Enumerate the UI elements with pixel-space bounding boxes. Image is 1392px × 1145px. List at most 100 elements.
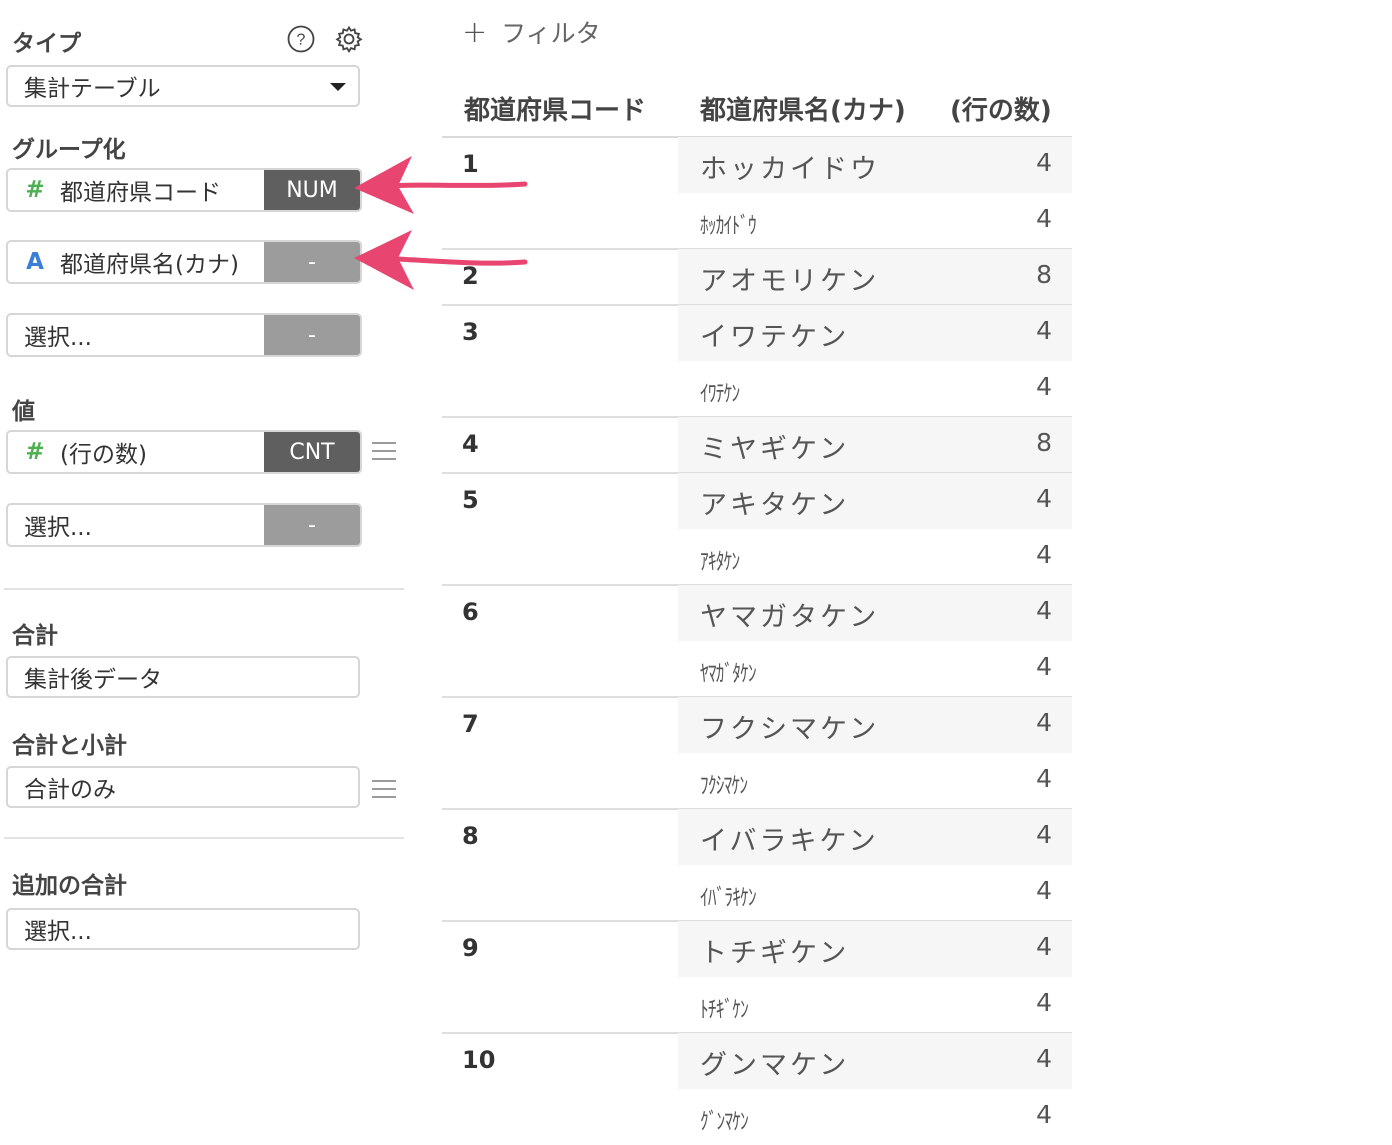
chevron-down-icon: [330, 83, 346, 91]
group-code: 3: [462, 318, 479, 346]
menu-icon[interactable]: [372, 442, 396, 462]
table-row: ﾌｸｼﾏｹﾝ 4: [678, 753, 1072, 809]
group-code: 4: [462, 430, 479, 458]
group-label: グループ化: [12, 137, 126, 163]
aggregate-button[interactable]: -: [264, 242, 360, 282]
group-field-kana[interactable]: A 都道府県名(カナ) -: [6, 240, 362, 284]
count-cell: 4: [1036, 764, 1052, 793]
kana-cell: ｲﾊﾞﾗｷｹﾝ: [700, 885, 757, 911]
settings-panel: タイプ ? 集計テーブル グループ化 # 都道府県コード NUM A 都道府県名(カ…: [0, 0, 410, 1140]
kana-cell: ｲﾜﾃｹﾝ: [700, 381, 740, 407]
count-cell: 4: [1036, 1044, 1052, 1073]
table-row: イバラキケン 4: [678, 809, 1072, 865]
table-header: 都道府県コード 都道府県名(カナ) (行の数): [442, 84, 1072, 138]
kana-cell: イバラキケン: [700, 826, 879, 857]
column-header[interactable]: (行の数): [950, 90, 1052, 127]
count-cell: 4: [1036, 148, 1052, 177]
group-code: 1: [462, 150, 479, 178]
extra-total-select-value: 選択...: [24, 919, 92, 945]
extra-total-label: 追加の合計: [12, 873, 127, 899]
value-field-placeholder: 選択...: [24, 515, 92, 541]
group-field-name: 都道府県コード: [60, 180, 221, 206]
table-row: イワテケン 4: [678, 305, 1072, 361]
type-select[interactable]: 集計テーブル: [6, 65, 360, 107]
count-cell: 4: [1036, 708, 1052, 737]
count-cell: 4: [1036, 820, 1052, 849]
group-code: 10: [462, 1046, 496, 1074]
help-icon[interactable]: ?: [287, 25, 315, 53]
column-header[interactable]: 都道府県名(カナ): [700, 90, 906, 127]
group-code: 8: [462, 822, 479, 850]
table-row: ﾔﾏｶﾞﾀｹﾝ 4: [678, 641, 1072, 697]
divider: [4, 588, 404, 590]
group-field-select[interactable]: 選択... -: [6, 313, 362, 357]
count-cell: 4: [1036, 988, 1052, 1017]
add-filter-button[interactable]: + フィルタ: [462, 14, 601, 50]
kana-cell: ヤマガタケン: [700, 602, 880, 633]
text-type-icon: A: [26, 249, 44, 275]
group-code: 9: [462, 934, 479, 962]
extra-total-select[interactable]: 選択...: [6, 908, 360, 950]
value-label: 値: [12, 399, 35, 425]
table-row: フクシマケン 4: [678, 697, 1072, 753]
divider: [4, 837, 404, 839]
table-row: ｱｷﾀｹﾝ 4: [678, 529, 1072, 585]
column-header[interactable]: 都道府県コード: [464, 90, 646, 127]
type-label: タイプ: [12, 31, 81, 57]
aggregate-button[interactable]: NUM: [264, 170, 360, 210]
gear-icon[interactable]: [335, 25, 363, 53]
group-field-code[interactable]: # 都道府県コード NUM: [6, 168, 362, 212]
kana-cell: アオモリケン: [700, 266, 880, 297]
count-cell: 8: [1036, 260, 1052, 289]
table-row: ﾎｯｶｲﾄﾞｳ 4: [678, 193, 1072, 249]
count-cell: 4: [1036, 484, 1052, 513]
subtotal-select-value: 合計のみ: [24, 777, 116, 803]
kana-cell: グンマケン: [700, 1050, 850, 1081]
count-cell: 8: [1036, 428, 1052, 457]
kana-cell: イワテケン: [700, 322, 850, 353]
group-field-placeholder: 選択...: [24, 325, 92, 351]
kana-cell: ホッカイドウ: [700, 154, 880, 185]
count-cell: 4: [1036, 1100, 1052, 1129]
kana-cell: ﾎｯｶｲﾄﾞｳ: [700, 213, 757, 239]
table-row: ミヤギケン 8: [678, 417, 1072, 473]
table-row: ｸﾞﾝﾏｹﾝ 4: [678, 1089, 1072, 1145]
aggregate-button[interactable]: -: [264, 315, 360, 355]
svg-text:?: ?: [297, 32, 306, 49]
total-label: 合計: [12, 623, 58, 649]
number-type-icon: #: [25, 177, 45, 203]
menu-icon[interactable]: [372, 780, 396, 800]
count-cell: 4: [1036, 596, 1052, 625]
value-field-select[interactable]: 選択... -: [6, 503, 362, 547]
kana-cell: フクシマケン: [700, 714, 880, 745]
kana-cell: アキタケン: [700, 490, 850, 521]
total-select[interactable]: 集計後データ: [6, 656, 360, 698]
count-cell: 4: [1036, 540, 1052, 569]
table-row: トチギケン 4: [678, 921, 1072, 977]
table-row: ｲﾜﾃｹﾝ 4: [678, 361, 1072, 417]
group-code: 7: [462, 710, 479, 738]
filter-label: フィルタ: [501, 19, 601, 48]
count-cell: 4: [1036, 372, 1052, 401]
kana-cell: ﾄﾁｷﾞｹﾝ: [700, 997, 749, 1023]
table-row: グンマケン 4: [678, 1033, 1072, 1089]
table-row: ｲﾊﾞﾗｷｹﾝ 4: [678, 865, 1072, 921]
count-cell: 4: [1036, 652, 1052, 681]
count-cell: 4: [1036, 316, 1052, 345]
value-field-name: (行の数): [60, 442, 147, 468]
plus-icon: +: [462, 14, 488, 50]
aggregate-button[interactable]: -: [264, 505, 360, 545]
count-cell: 4: [1036, 876, 1052, 905]
subtotal-select[interactable]: 合計のみ: [6, 766, 360, 808]
group-code: 2: [462, 262, 479, 290]
kana-cell: ﾔﾏｶﾞﾀｹﾝ: [700, 661, 757, 687]
value-field-count[interactable]: # (行の数) CNT: [6, 430, 362, 474]
count-cell: 4: [1036, 204, 1052, 233]
table-row: アキタケン 4: [678, 473, 1072, 529]
group-code: 5: [462, 486, 479, 514]
kana-cell: ｱｷﾀｹﾝ: [700, 549, 740, 575]
aggregate-button[interactable]: CNT: [264, 432, 360, 472]
number-type-icon: #: [25, 439, 45, 465]
kana-cell: ｸﾞﾝﾏｹﾝ: [700, 1109, 749, 1135]
kana-cell: トチギケン: [700, 938, 850, 969]
